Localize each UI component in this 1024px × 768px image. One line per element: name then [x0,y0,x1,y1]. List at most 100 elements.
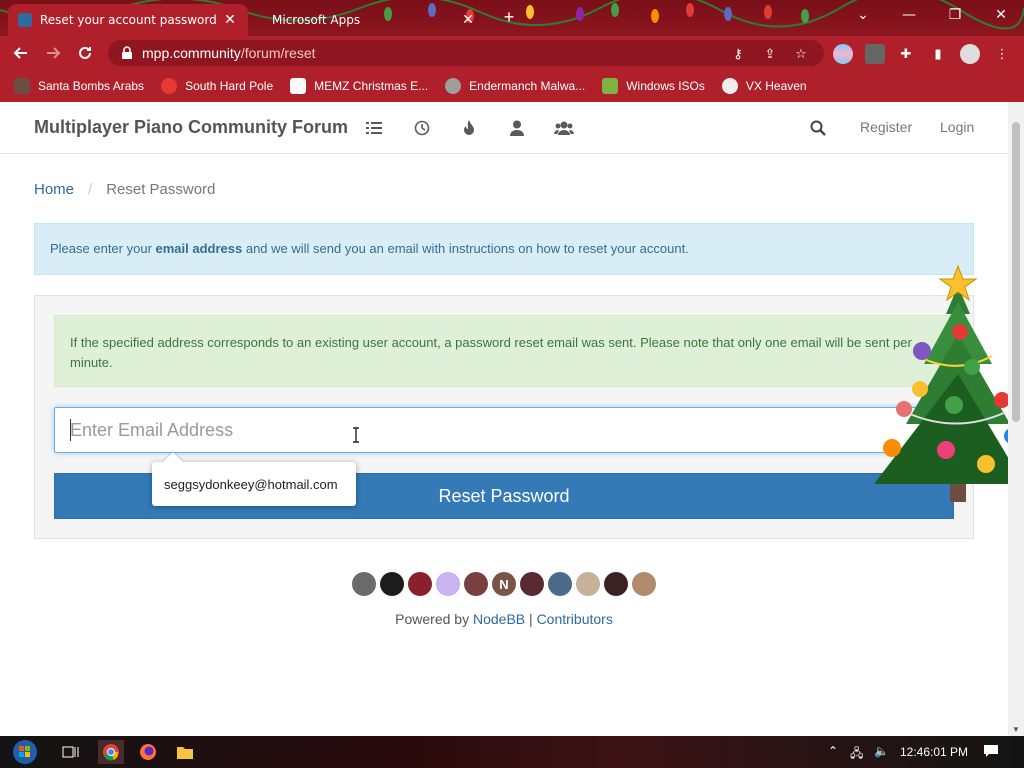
notifications-icon[interactable] [983,744,999,761]
tab-reset-password[interactable]: Reset your account password | m ✕ [8,4,248,36]
extension-s-icon[interactable] [865,44,885,64]
footer-pipe: | [525,611,537,627]
contributor-avatar[interactable] [408,572,432,596]
user-icon[interactable] [507,118,527,138]
contributor-avatar[interactable] [548,572,572,596]
bookmark-south-hard-pole[interactable]: South Hard Pole [161,78,273,94]
tab-title: Reset your account password | m [40,13,222,27]
tab-search-button[interactable]: ⌄ [840,0,886,30]
page-icon [290,78,307,94]
address-bar[interactable]: mpp.community/forum/reset [108,40,824,66]
contributor-avatar[interactable] [576,572,600,596]
chrome-taskbar-button[interactable] [98,740,124,764]
firefox-taskbar-button[interactable] [135,740,161,764]
new-tab-button[interactable]: + [498,8,520,28]
close-tab-icon[interactable]: ✕ [460,12,476,28]
scroll-down-arrow-icon[interactable]: ▼ [1012,725,1020,734]
red-flower-icon [161,78,178,94]
forum-navbar: Multiplayer Piano Community Forum Regist… [0,102,1008,154]
contributor-avatar[interactable] [380,572,404,596]
forward-button[interactable] [42,42,64,64]
christmas-tree-icon [874,264,1008,502]
minimize-button[interactable]: — [886,0,932,30]
scrollbar-thumb[interactable] [1012,122,1020,422]
chrome-icon [103,744,119,761]
close-window-button[interactable]: ✕ [978,0,1024,30]
task-view-icon [62,746,79,758]
contributor-avatar[interactable] [520,572,544,596]
bookmark-santa-bombs-arabs[interactable]: Santa Bombs Arabs [14,78,144,94]
email-input[interactable] [54,407,954,453]
info-alert: Please enter your email address and we w… [34,223,974,275]
volume-icon[interactable]: 🔈 [874,744,889,758]
tab-title: Microsoft Apps [272,13,361,27]
page-content: Multiplayer Piano Community Forum Regist… [0,102,1008,736]
tab-strip: Reset your account password | m ✕ Micros… [0,0,1024,36]
lock-icon [122,46,132,59]
contributors-link[interactable]: Contributors [537,611,613,627]
breadcrumb: Home / Reset Password [34,181,215,198]
text-caret [70,419,71,441]
bookmark-label: Santa Bombs Arabs [38,79,145,93]
list-icon[interactable] [364,118,384,138]
contributor-avatar[interactable] [436,572,460,596]
sidebar-icon[interactable]: ▮ [929,45,947,63]
bookmark-label: MEMZ Christmas E... [314,79,429,93]
browser-toolbar: mpp.community/forum/reset ⚷ ⇪ ☆ ✚ ▮ ⋮ [0,36,1024,70]
info-text-before: Please enter your [50,241,156,256]
search-icon[interactable] [808,118,828,138]
extension-flag-icon[interactable] [833,44,853,64]
bookmark-vx-heaven[interactable]: VX Heaven [721,78,807,94]
bookmarks-bar: Santa Bombs Arabs South Hard Pole MEMZ C… [0,70,1024,102]
contributor-avatar[interactable] [352,572,376,596]
contributor-avatars: N [352,572,660,596]
bookmark-label: VX Heaven [745,79,807,93]
start-button[interactable] [10,740,40,764]
bookmark-label: Windows ISOs [626,79,705,93]
contributor-avatar[interactable] [632,572,656,596]
tab-microsoft-apps[interactable]: Microsoft Apps ✕ [262,4,486,36]
bookmark-memz-christmas[interactable]: MEMZ Christmas E... [290,78,428,94]
windows-start-icon [13,740,37,764]
arrow-right-icon [47,47,61,59]
forum-favicon-icon [18,13,32,27]
key-icon[interactable]: ⚷ [729,45,747,63]
task-view-button[interactable] [58,740,84,764]
fire-icon[interactable] [459,118,479,138]
reload-button[interactable] [74,42,96,64]
clock-icon[interactable] [412,118,432,138]
bookmark-windows-isos[interactable]: Windows ISOs [602,78,705,94]
bookmark-label: Endermanch Malwa... [469,79,586,93]
restore-button[interactable]: ❐ [932,0,978,30]
bookmark-star-icon[interactable]: ☆ [792,45,810,63]
breadcrumb-separator: / [88,181,93,198]
register-link[interactable]: Register [860,119,912,135]
network-icon[interactable]: 🖧 [850,744,863,765]
forum-brand[interactable]: Multiplayer Piano Community Forum [34,117,348,138]
bookmark-endermanch-malware[interactable]: Endermanch Malwa... [445,78,585,94]
login-link[interactable]: Login [940,119,974,135]
breadcrumb-home[interactable]: Home [34,181,74,198]
close-tab-icon[interactable]: ✕ [222,12,238,28]
contributor-avatar[interactable] [464,572,488,596]
bookmark-label: South Hard Pole [185,79,274,93]
url-path: /forum/reset [240,45,316,61]
firefox-icon [140,744,156,760]
share-icon[interactable]: ⇪ [761,45,779,63]
menu-kebab-icon[interactable]: ⋮ [993,45,1011,63]
tray-chevron-up-icon[interactable]: ⌃ [828,744,838,758]
taskbar-clock[interactable]: 12:46:01 PM [900,745,968,759]
contributor-avatar[interactable]: N [492,572,516,596]
contributor-avatar[interactable] [604,572,628,596]
profile-avatar-icon[interactable] [960,44,980,64]
back-button[interactable] [10,42,32,64]
nodebb-link[interactable]: NodeBB [473,611,525,627]
file-explorer-taskbar-button[interactable] [172,740,198,764]
text-cursor-icon [353,427,359,443]
extensions-puzzle-icon[interactable]: ✚ [897,45,915,63]
users-icon[interactable] [554,118,574,138]
autocomplete-suggestion[interactable]: seggsydonkeey@hotmail.com [152,462,356,506]
powered-by-text: Powered by [395,611,473,627]
page-scrollbar[interactable]: ▼ [1008,102,1024,736]
arrow-left-icon [13,47,27,59]
